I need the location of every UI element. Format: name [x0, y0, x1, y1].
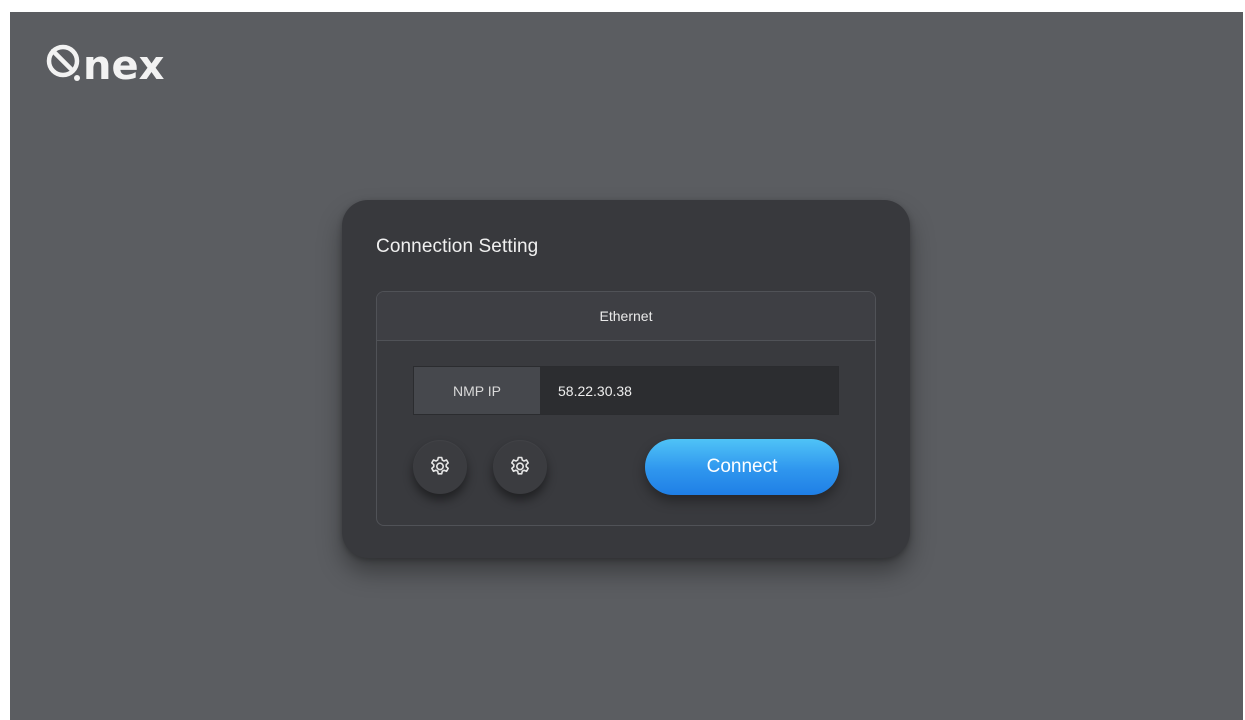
connection-setting-dialog: Connection Setting Ethernet NMP IP Conn: [342, 200, 910, 558]
settings-button-1[interactable]: [413, 440, 467, 494]
logo-text: nex: [83, 43, 165, 89]
dialog-title: Connection Setting: [376, 236, 539, 257]
connection-panel: Ethernet NMP IP Connect: [376, 291, 876, 526]
gear-icon: [431, 456, 449, 475]
brand-logo: nex: [46, 43, 165, 89]
screen: nex Connection Setting Ethernet NMP IP 5…: [10, 12, 1243, 720]
tab-ethernet[interactable]: Ethernet: [377, 292, 875, 341]
nmp-ip-input[interactable]: [540, 367, 838, 414]
gear-icon: [511, 456, 529, 475]
nmp-ip-label: NMP IP: [414, 367, 540, 414]
nex-logo-mark-icon: [46, 44, 80, 81]
settings-button-2[interactable]: [493, 440, 547, 494]
nmp-ip-row: NMP IP: [413, 366, 839, 415]
connect-button[interactable]: Connect: [645, 439, 839, 495]
